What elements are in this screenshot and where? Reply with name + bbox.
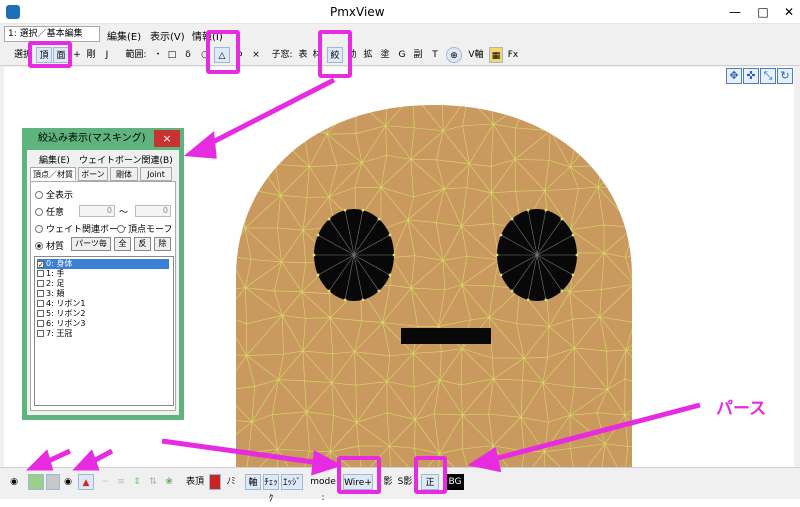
arrow-head-panel bbox=[190, 136, 214, 156]
arrow-head-green bbox=[32, 454, 50, 468]
arrow-head-red bbox=[78, 454, 96, 468]
perspective-annotation: パース bbox=[716, 394, 766, 419]
arrow-head-wire bbox=[314, 454, 336, 472]
pmxview-window: PmxView — □ ✕ 1: 選択／基本編集 編集(E) 表示(V) 情報(… bbox=[0, 0, 800, 499]
arrow-head-ortho bbox=[474, 451, 498, 469]
arrow-to-ortho bbox=[490, 405, 700, 460]
annotation-arrows bbox=[0, 0, 800, 499]
arrow-to-wire bbox=[162, 441, 320, 463]
arrow-to-panel bbox=[205, 80, 334, 146]
